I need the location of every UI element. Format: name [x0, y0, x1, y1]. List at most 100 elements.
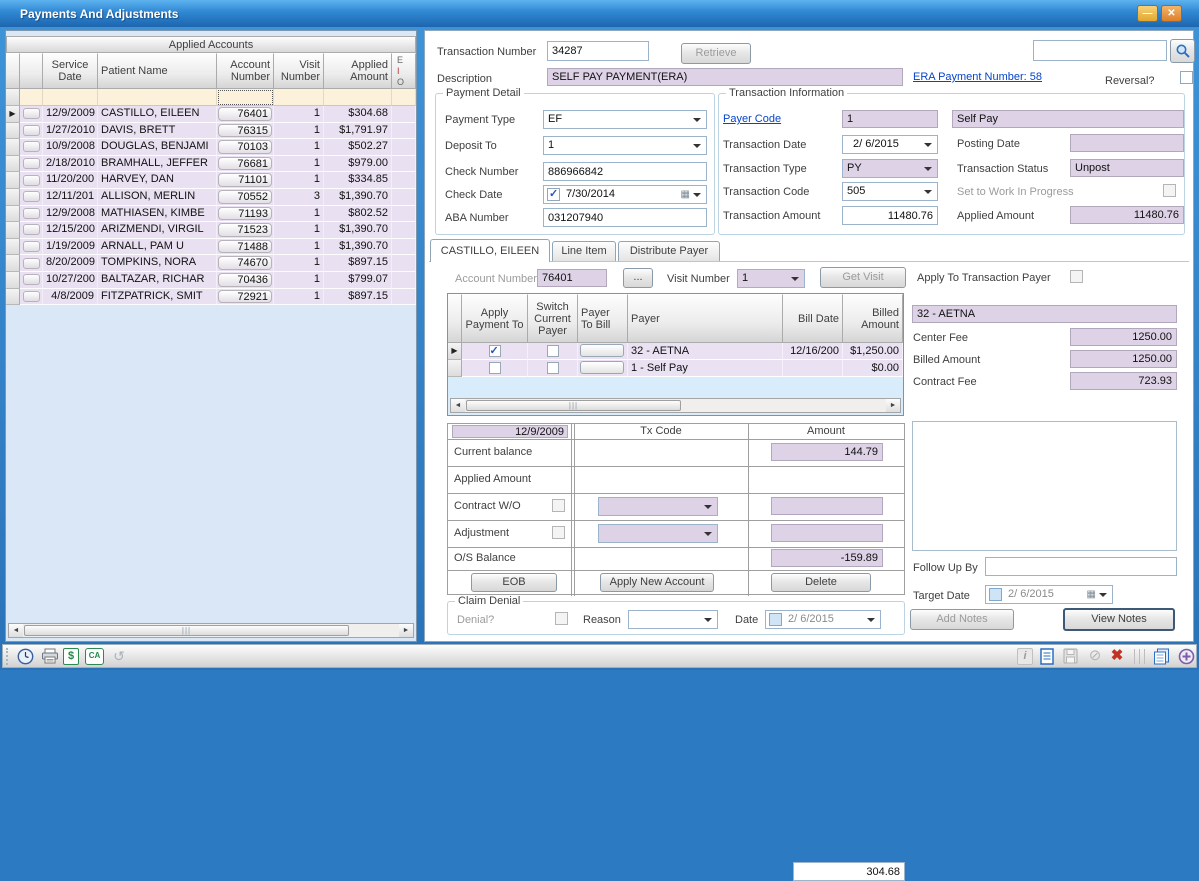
view-notes-button[interactable]: View Notes	[1063, 608, 1175, 631]
transaction-code-dropdown[interactable]: 505	[842, 182, 938, 201]
adjustment-txcode-dropdown[interactable]	[598, 524, 718, 543]
detail-applied-amount-input[interactable]	[793, 862, 905, 881]
deposit-to-dropdown[interactable]: 1	[543, 136, 707, 155]
col-patient-name[interactable]: Patient Name	[98, 53, 217, 89]
table-row[interactable]: 1/19/2009 ARNALL, PAM U 71488 1 $1,390.7…	[6, 239, 416, 256]
payer-row[interactable]: 1 - Self Pay $0.00	[448, 360, 903, 377]
denial-date-checkbox[interactable]	[769, 613, 782, 626]
col-visit-number[interactable]: Visit Number	[274, 53, 324, 89]
target-date-picker[interactable]: 2/ 6/2015 ▦	[985, 585, 1113, 604]
tab-patient[interactable]: CASTILLO, EILEEN	[430, 239, 550, 262]
table-row[interactable]: 1/27/2010 DAVIS, BRETT 76315 1 $1,791.97	[6, 123, 416, 140]
contract-wo-checkbox[interactable]	[552, 499, 565, 512]
check-number-input[interactable]	[543, 162, 707, 181]
retrieve-button[interactable]: Retrieve	[681, 43, 751, 64]
adjustment-checkbox[interactable]	[552, 526, 565, 539]
undo-icon[interactable]: ↺	[110, 648, 128, 665]
denial-checkbox[interactable]	[555, 612, 568, 625]
col-account-number[interactable]: Account Number	[217, 53, 274, 89]
payer-row[interactable]: ▶ 32 - AETNA 12/16/200 $1,250.00	[448, 343, 903, 360]
scroll-left-icon[interactable]: ◄	[451, 399, 465, 412]
copy-pages-icon[interactable]	[1153, 648, 1171, 665]
table-row[interactable]: 12/11/201 ALLISON, MERLIN 70552 3 $1,390…	[6, 189, 416, 206]
document-icon[interactable]	[1040, 648, 1058, 665]
apply-to-transaction-payer-checkbox[interactable]	[1070, 270, 1083, 283]
apply-new-account-button[interactable]: Apply New Account	[600, 573, 714, 592]
tab-distribute-payer[interactable]: Distribute Payer	[618, 241, 720, 261]
scroll-right-icon[interactable]: ►	[886, 399, 900, 412]
save-icon[interactable]	[1063, 648, 1081, 665]
close-button[interactable]: ✕	[1161, 5, 1182, 22]
col-service-date[interactable]: Service Date	[43, 53, 98, 89]
reversal-checkbox[interactable]	[1180, 71, 1193, 84]
time-clock-icon[interactable]	[17, 648, 35, 665]
table-row[interactable]: 11/20/200 HARVEY, DAN 71101 1 $334.85	[6, 172, 416, 189]
filter-account-number[interactable]	[217, 89, 274, 106]
payer-col-payer[interactable]: Payer	[628, 294, 783, 343]
filter-service-date[interactable]	[43, 89, 98, 106]
notes-box[interactable]	[912, 421, 1177, 551]
get-visit-button[interactable]: Get Visit	[820, 267, 906, 288]
check-date-picker[interactable]: 7/30/2014 ▦	[543, 185, 707, 204]
add-circle-icon[interactable]	[1178, 648, 1196, 665]
delete-button[interactable]: Delete	[771, 573, 871, 592]
payer-grid-horizontal-scrollbar[interactable]: ◄ ||| ►	[450, 398, 901, 413]
tab-line-item[interactable]: Line Item	[552, 241, 616, 261]
search-input[interactable]	[1033, 40, 1167, 61]
print-icon[interactable]	[41, 648, 59, 665]
browse-account-button[interactable]: ...	[623, 268, 653, 288]
scroll-left-icon[interactable]: ◄	[9, 624, 23, 637]
filter-patient-name[interactable]	[98, 89, 217, 106]
denial-reason-dropdown[interactable]	[628, 610, 718, 629]
transaction-number-input[interactable]	[547, 41, 649, 61]
scrollbar-thumb[interactable]: |||	[24, 625, 349, 636]
table-row[interactable]: 10/27/200 BALTAZAR, RICHAR 70436 1 $799.…	[6, 272, 416, 289]
table-row[interactable]: 8/20/2009 TOMPKINS, NORA 74670 1 $897.15	[6, 255, 416, 272]
search-button[interactable]	[1170, 39, 1195, 63]
payer-code-link[interactable]: Payer Code	[723, 113, 781, 125]
follow-up-by-input[interactable]	[985, 557, 1177, 576]
delete-x-icon[interactable]: ✖	[1108, 648, 1126, 665]
denial-date-picker[interactable]: 2/ 6/2015	[765, 610, 881, 629]
payer-col-apply[interactable]: Apply Payment To	[462, 294, 528, 343]
payer-col-billed-amount[interactable]: Billed Amount	[843, 294, 903, 343]
col-applied-amount[interactable]: Applied Amount	[324, 53, 392, 89]
cancel-circle-icon[interactable]: ⊘	[1086, 648, 1104, 665]
payer-to-bill-button[interactable]	[580, 361, 624, 374]
add-notes-button[interactable]: Add Notes	[910, 609, 1014, 630]
table-row[interactable]: 2/18/2010 BRAMHALL, JEFFER 76681 1 $979.…	[6, 156, 416, 173]
payment-dollar-icon[interactable]: $	[63, 648, 79, 665]
payer-col-bill-date[interactable]: Bill Date	[783, 294, 843, 343]
target-date-checkbox[interactable]	[989, 588, 1002, 601]
switch-payer-checkbox[interactable]	[547, 362, 559, 374]
payer-col-switch[interactable]: Switch Current Payer	[528, 294, 578, 343]
aba-number-input[interactable]	[543, 208, 707, 227]
wip-checkbox[interactable]	[1163, 184, 1176, 197]
era-payment-number-link[interactable]: ERA Payment Number: 58	[913, 71, 1042, 83]
table-row[interactable]: 10/9/2008 DOUGLAS, BENJAMI 70103 1 $502.…	[6, 139, 416, 156]
scroll-right-icon[interactable]: ►	[399, 624, 413, 637]
transaction-amount-input[interactable]	[842, 206, 938, 225]
visit-number-dropdown[interactable]: 1	[737, 269, 805, 288]
filter-applied-amount[interactable]	[324, 89, 392, 106]
scrollbar-thumb[interactable]: |||	[466, 400, 681, 411]
grid-horizontal-scrollbar[interactable]: ◄ ||| ►	[8, 623, 414, 638]
table-row[interactable]: ▶ 12/9/2009 CASTILLO, EILEEN 76401 1 $30…	[6, 106, 416, 123]
switch-payer-checkbox[interactable]	[547, 345, 559, 357]
contract-wo-txcode-dropdown[interactable]	[598, 497, 718, 516]
table-row[interactable]: 12/9/2008 MATHIASEN, KIMBE 71193 1 $802.…	[6, 206, 416, 223]
transaction-type-dropdown[interactable]: PY	[842, 159, 938, 178]
table-row[interactable]: 12/15/200 ARIZMENDI, VIRGIL 71523 1 $1,3…	[6, 222, 416, 239]
payer-to-bill-button[interactable]	[580, 344, 624, 357]
transaction-date-dropdown[interactable]: 2/ 6/2015	[842, 135, 938, 154]
apply-payment-checkbox[interactable]	[489, 345, 501, 357]
filter-select[interactable]	[20, 89, 43, 106]
minimize-button[interactable]: —	[1137, 5, 1158, 22]
apply-payment-checkbox[interactable]	[489, 362, 501, 374]
info-icon[interactable]: i	[1017, 648, 1033, 665]
filter-visit-number[interactable]	[274, 89, 324, 106]
payment-type-dropdown[interactable]: EF	[543, 110, 707, 129]
check-date-checkbox[interactable]	[547, 188, 560, 201]
table-row[interactable]: 4/8/2009 FITZPATRICK, SMIT 72921 1 $897.…	[6, 289, 416, 306]
title-bar[interactable]: Payments And Adjustments — ✕	[0, 0, 1199, 27]
